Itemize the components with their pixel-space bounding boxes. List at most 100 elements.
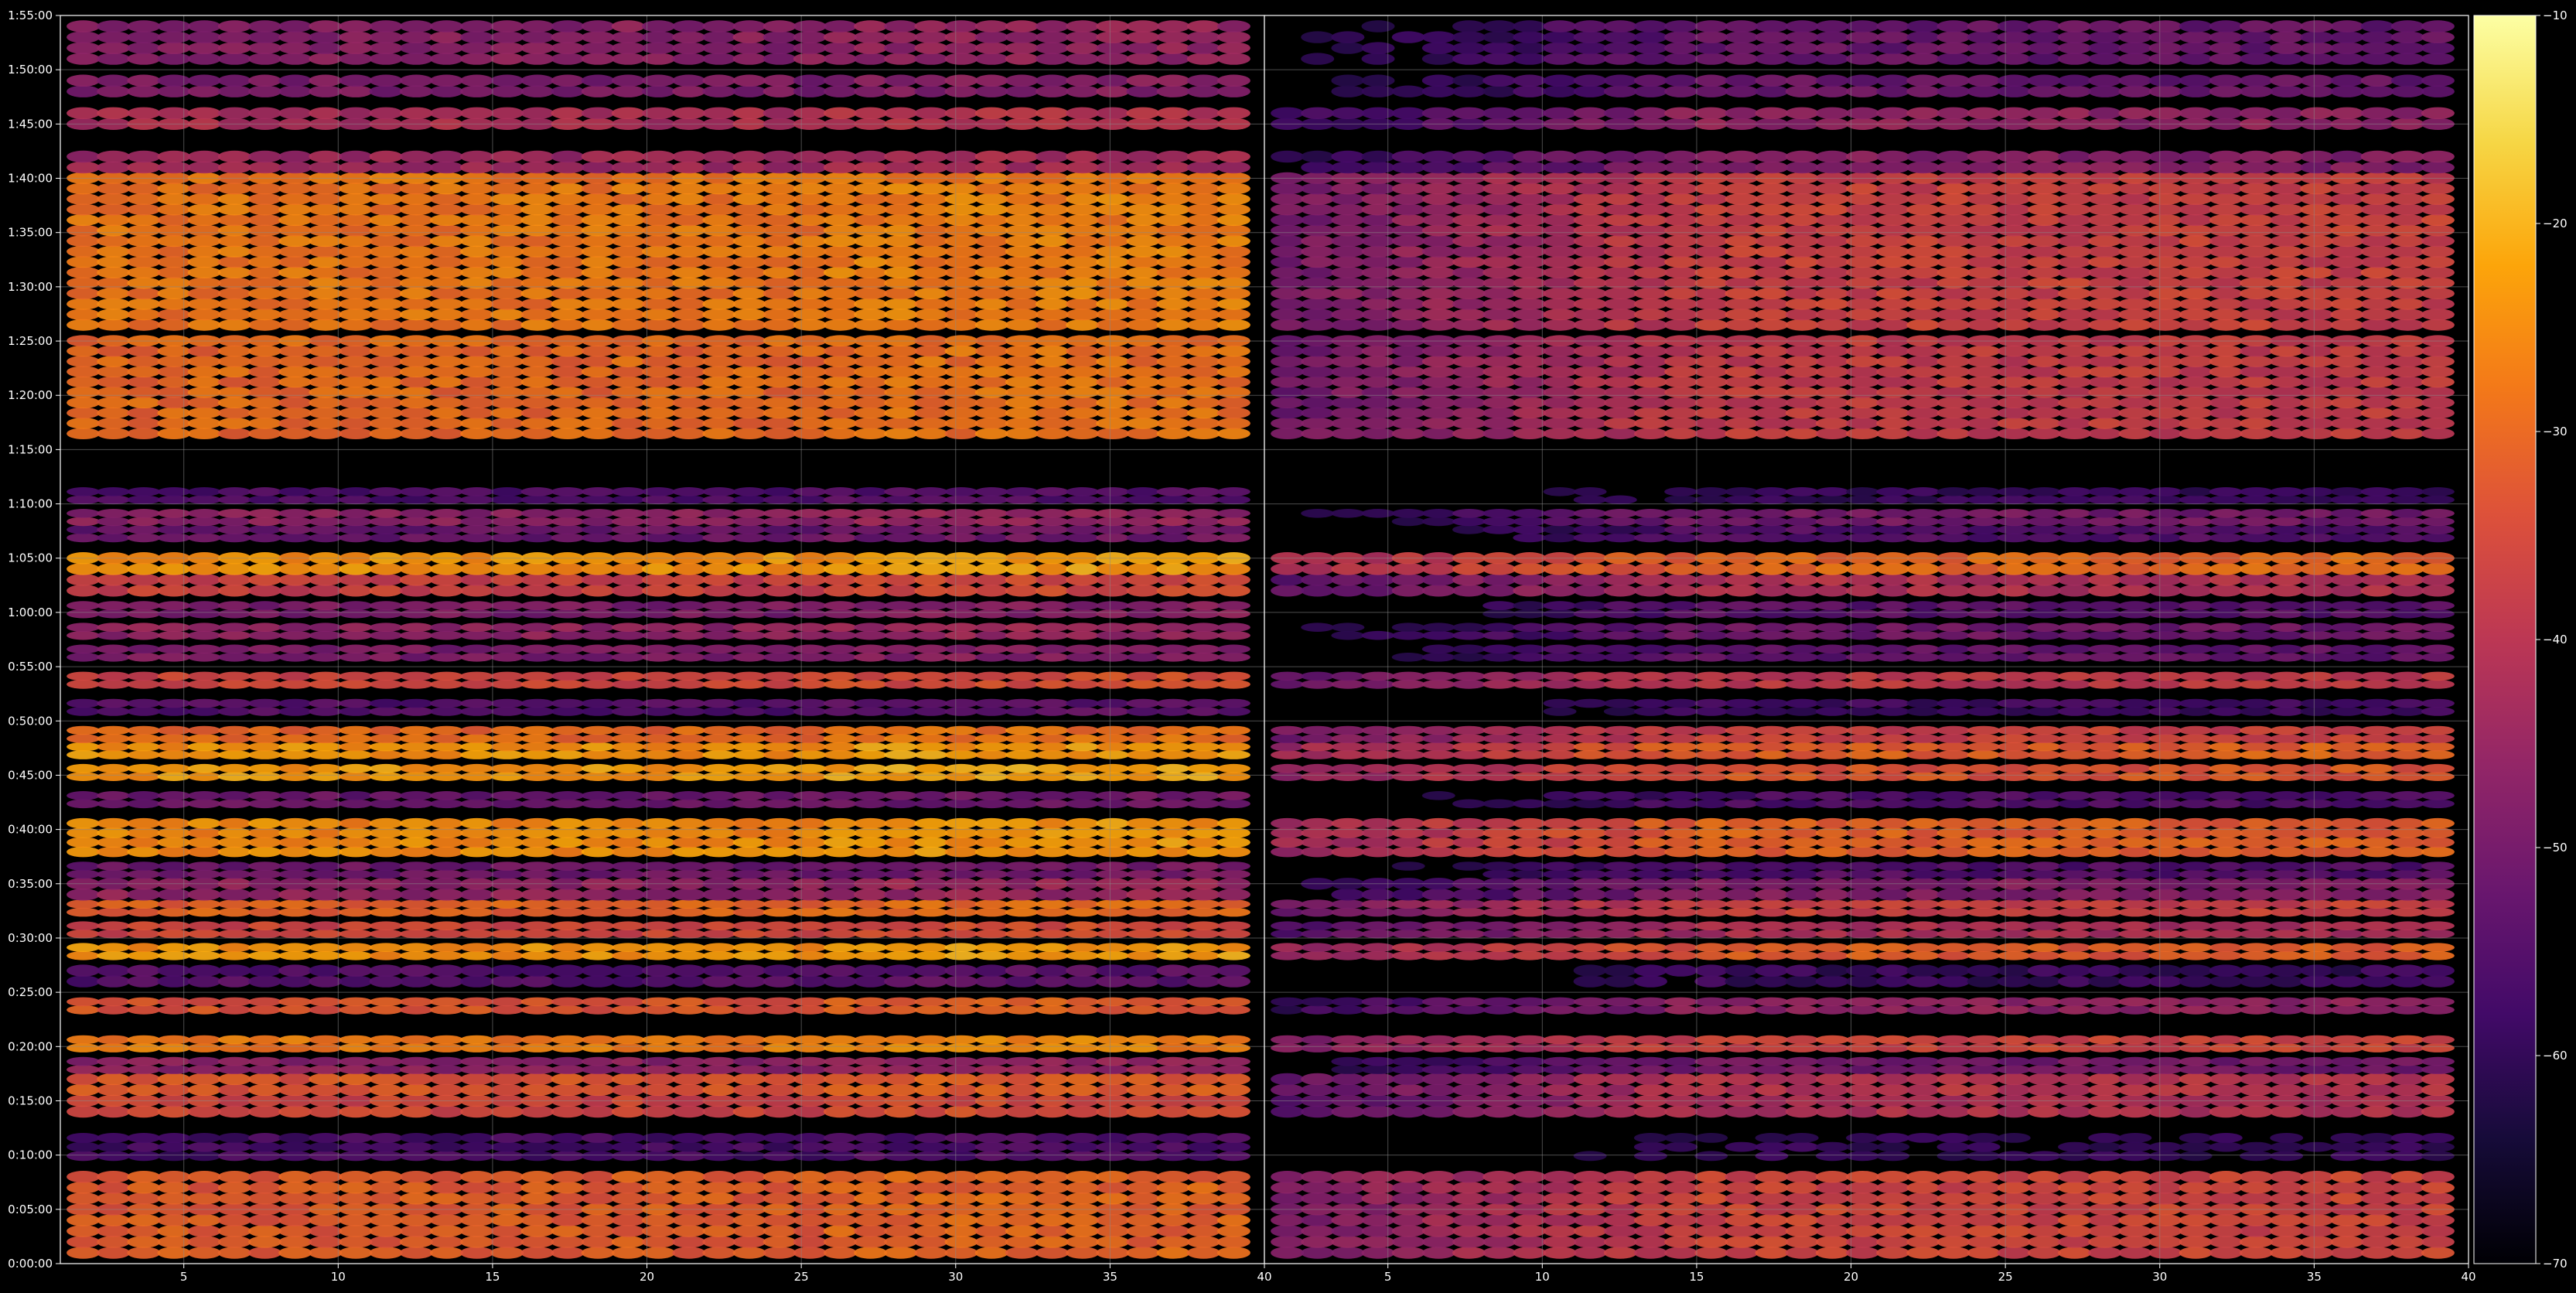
heatmap-cell [2390, 1043, 2424, 1052]
heatmap-cell [460, 574, 494, 586]
heatmap-cell [399, 943, 433, 952]
heatmap-cell [1126, 525, 1160, 534]
heatmap-cell [1513, 1225, 1547, 1237]
heatmap-cell [884, 53, 918, 65]
heatmap-cell [1126, 791, 1160, 800]
heatmap-cell [460, 750, 494, 759]
heatmap-cell [1066, 837, 1100, 848]
heatmap-cell [1906, 1214, 1940, 1226]
heatmap-cell [702, 574, 736, 586]
heatmap-cell [914, 20, 948, 32]
heatmap-cell [127, 630, 161, 640]
heatmap-cell [702, 734, 736, 743]
heatmap-cell [1271, 1105, 1305, 1118]
heatmap-cell [611, 397, 645, 408]
heatmap-cell [1452, 1073, 1486, 1086]
heatmap-cell [278, 563, 312, 575]
heatmap-cell [278, 630, 312, 640]
heatmap-cell [157, 235, 191, 247]
heatmap-cell [1936, 1083, 1970, 1097]
heatmap-cell [339, 574, 373, 586]
heatmap-cell [1967, 1247, 2001, 1259]
heatmap-cell [2300, 1035, 2334, 1045]
heatmap-cell [1005, 298, 1039, 310]
heatmap-cell [1036, 74, 1069, 87]
heatmap-cell [1096, 680, 1130, 689]
heatmap-cell [1664, 1005, 1698, 1015]
heatmap-cell [429, 1105, 463, 1118]
heatmap-cell [97, 266, 131, 278]
heatmap-cell [248, 1065, 281, 1074]
heatmap-cell [248, 837, 281, 848]
heatmap-cell [1066, 1065, 1100, 1074]
heatmap-cell [1156, 671, 1190, 681]
heatmap-cell [157, 799, 191, 809]
heatmap-cell [854, 1105, 888, 1118]
heatmap-cell [854, 601, 888, 610]
heatmap-cell [672, 623, 706, 632]
heatmap-cell [1036, 42, 1069, 54]
heatmap-cell [581, 609, 615, 619]
heatmap-cell [309, 1105, 343, 1118]
heatmap-cell [1876, 997, 1910, 1007]
heatmap-cell [1036, 309, 1069, 321]
heatmap-cell [520, 921, 554, 930]
heatmap-cell [1156, 53, 1190, 65]
heatmap-cell [1005, 266, 1039, 278]
heatmap-cell [1361, 1192, 1395, 1205]
heatmap-cell [914, 644, 948, 654]
heatmap-cell [672, 997, 706, 1007]
heatmap-cell [1186, 750, 1220, 759]
heatmap-cell [823, 356, 857, 367]
heatmap-cell [1573, 1247, 1607, 1259]
heatmap-cell [914, 1083, 948, 1097]
heatmap-cell [1633, 1171, 1667, 1183]
heatmap-cell [1331, 1005, 1365, 1015]
heatmap-cell [823, 1005, 857, 1015]
heatmap-cell [1694, 1225, 1728, 1237]
heatmap-cell [309, 1236, 343, 1248]
heatmap-cell [914, 517, 948, 527]
heatmap-cell [974, 245, 1008, 258]
heatmap-cell [97, 680, 131, 689]
heatmap-cell [1876, 943, 1910, 952]
heatmap-cell [127, 975, 161, 988]
heatmap-cell [1186, 975, 1220, 988]
heatmap-cell [248, 525, 281, 534]
heatmap-cell [2330, 1133, 2364, 1143]
heatmap-cell [1271, 929, 1305, 939]
heatmap-cell [490, 319, 524, 331]
heatmap-cell [520, 193, 554, 205]
heatmap-cell [974, 846, 1008, 858]
heatmap-cell [854, 345, 888, 357]
heatmap-cell [884, 725, 918, 735]
heatmap-cell [1126, 837, 1160, 848]
heatmap-cell [763, 20, 797, 32]
heatmap-cell [339, 1083, 373, 1097]
heatmap-cell [854, 74, 888, 87]
heatmap-cell [127, 85, 161, 97]
heatmap-cell [974, 1035, 1008, 1045]
heatmap-cell [520, 183, 554, 195]
heatmap-cell [1036, 533, 1069, 543]
heatmap-cell [1096, 376, 1130, 388]
heatmap-cell [2148, 1056, 2182, 1066]
heatmap-cell [884, 193, 918, 205]
heatmap-cell [1573, 975, 1607, 988]
heatmap-cell [2360, 1035, 2394, 1045]
heatmap-cell [1066, 623, 1100, 632]
heatmap-cell [1906, 929, 1940, 939]
heatmap-cell [732, 161, 766, 174]
heatmap-cell [1543, 1083, 1577, 1097]
heatmap-cell [490, 1192, 524, 1205]
heatmap-cell [823, 266, 857, 278]
heatmap-cell [339, 20, 373, 32]
heatmap-cell [2240, 1105, 2273, 1118]
panel-left [60, 15, 1265, 1264]
heatmap-cell [1096, 1151, 1130, 1162]
heatmap-cell [248, 609, 281, 619]
heatmap-cell [581, 1214, 615, 1226]
heatmap-cell [248, 1035, 281, 1045]
heatmap-cell [944, 183, 978, 195]
heatmap-cell [97, 623, 131, 632]
